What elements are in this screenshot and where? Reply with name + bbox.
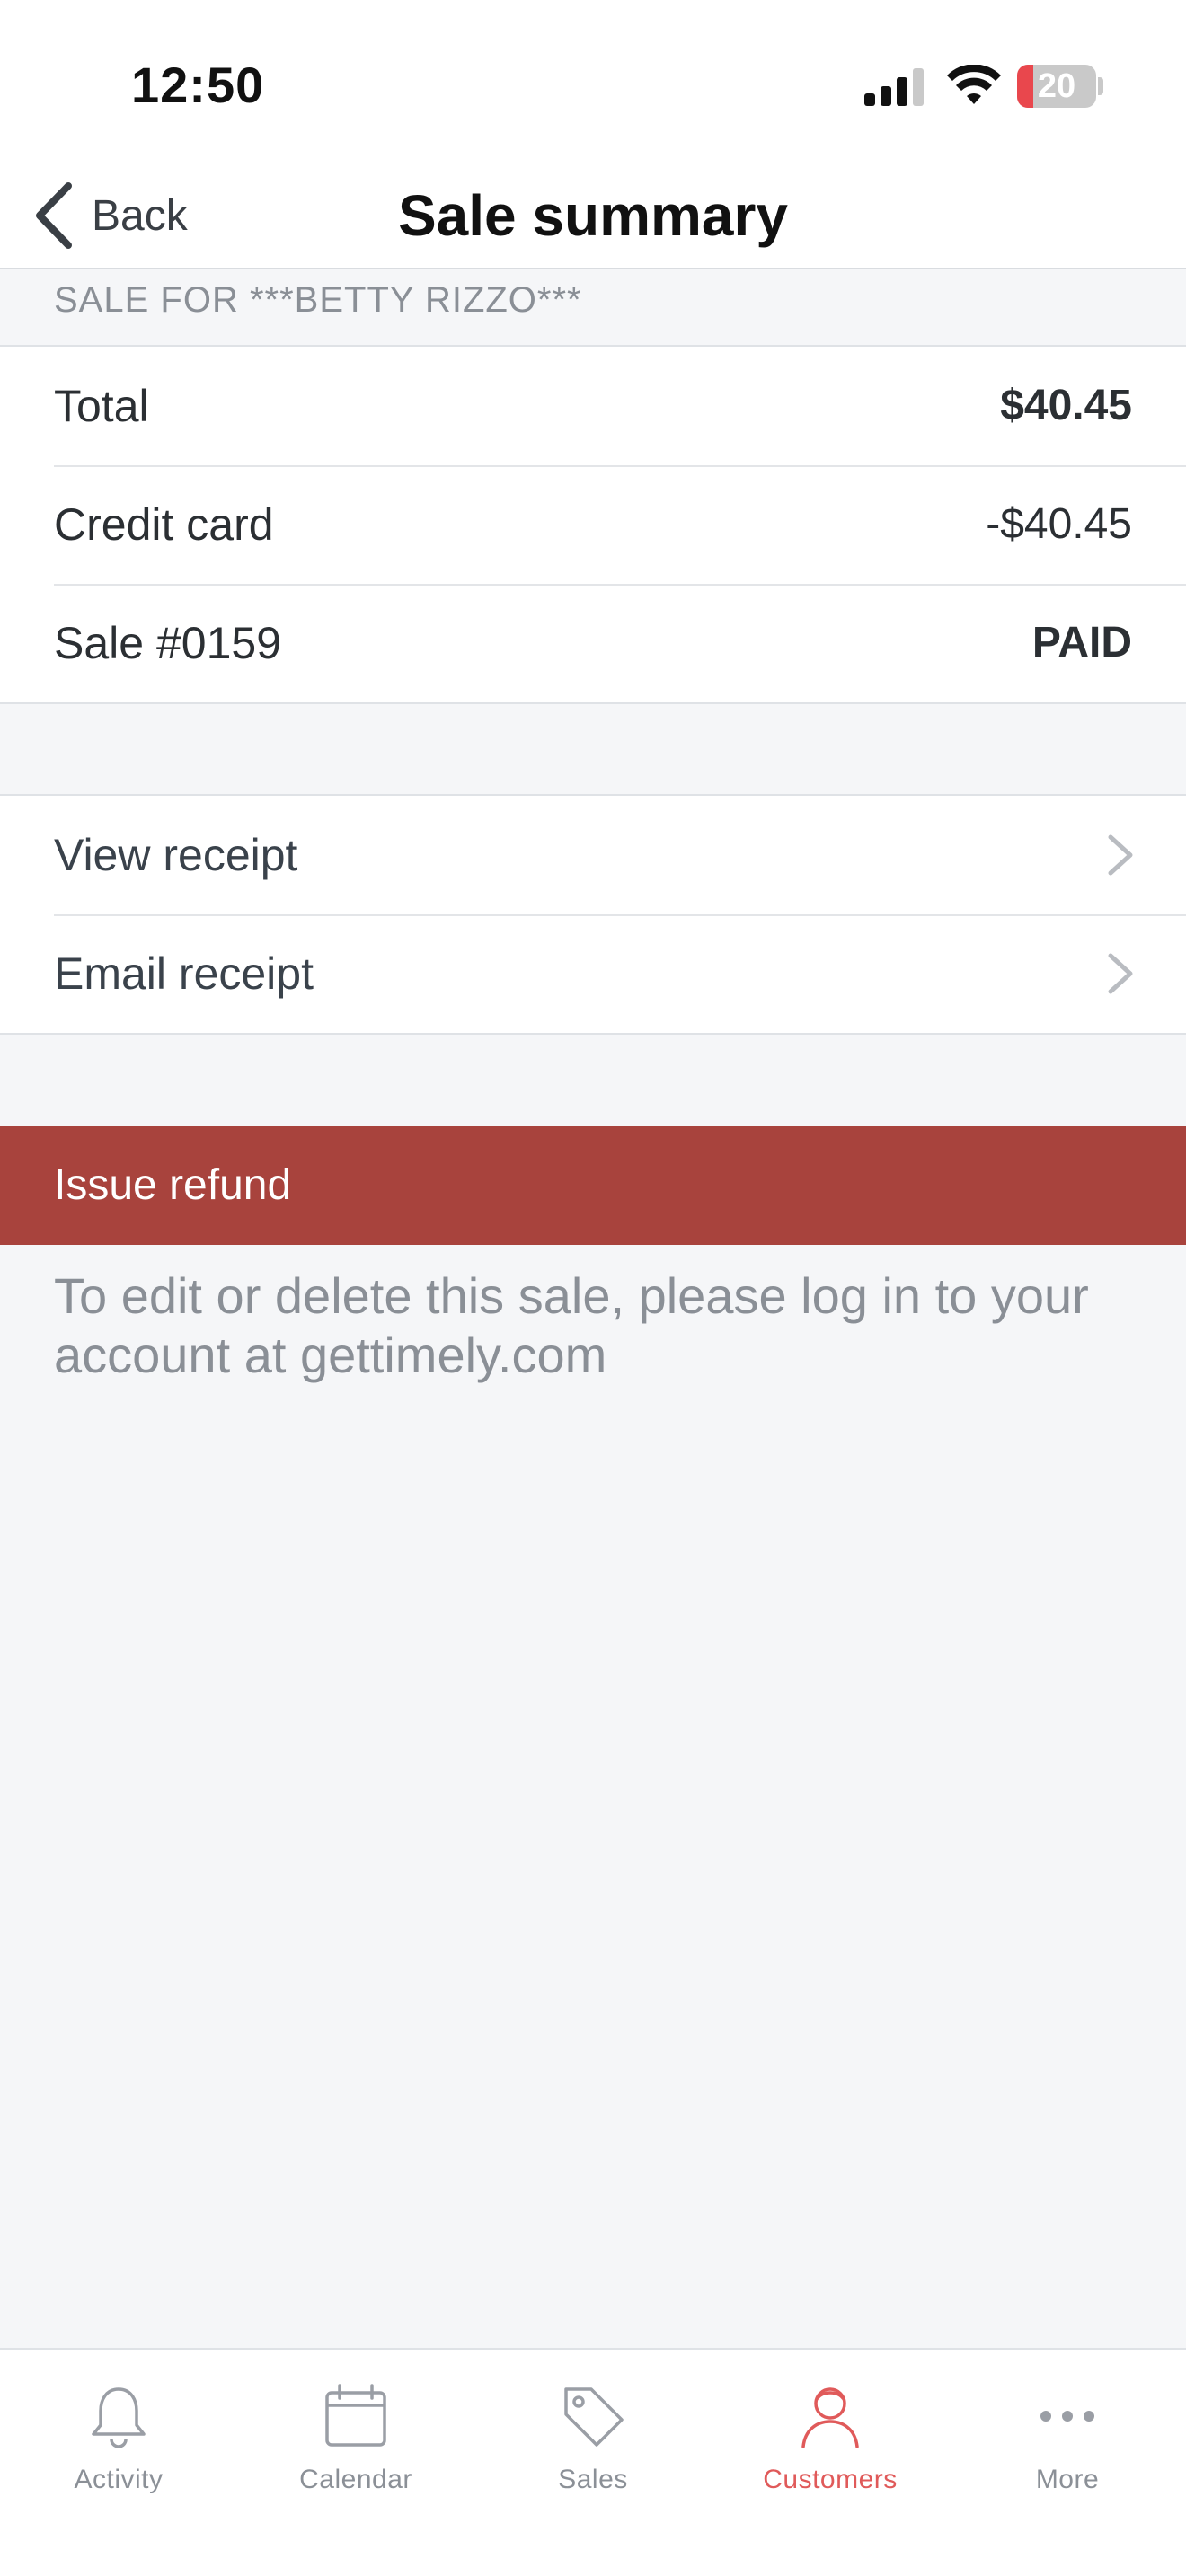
issue-refund-button[interactable]: Issue refund: [0, 1126, 1186, 1245]
cellular-signal-icon: [864, 68, 924, 106]
total-value: $40.45: [1000, 382, 1132, 429]
bell-icon: [92, 2387, 146, 2448]
back-button[interactable]: Back: [32, 171, 230, 260]
tab-more[interactable]: More: [949, 2368, 1186, 2494]
view-receipt-button[interactable]: View receipt: [0, 796, 1186, 914]
total-row: Total $40.45: [0, 347, 1186, 465]
tab-more-label: More: [1035, 2465, 1100, 2494]
tab-activity-label: Activity: [74, 2465, 164, 2494]
battery-icon: 20: [1017, 65, 1103, 108]
sale-status-row: Sale #0159 PAID: [0, 584, 1186, 702]
sale-summary-list: Total $40.45 Credit card -$40.45 Sale #0…: [0, 347, 1186, 704]
tab-sales-label: Sales: [558, 2465, 628, 2494]
chevron-right-icon: [1108, 953, 1133, 994]
wifi-icon: [947, 65, 1001, 104]
tab-customers-label: Customers: [763, 2465, 898, 2494]
tab-customers[interactable]: Customers: [712, 2368, 949, 2494]
payment-method-label: Credit card: [54, 499, 274, 550]
tab-calendar[interactable]: Calendar: [237, 2368, 474, 2494]
tab-bar: Activity Calendar Sales Customers More: [0, 2348, 1186, 2576]
battery-body: 20: [1017, 65, 1096, 108]
customer-icon: [801, 2387, 859, 2448]
sale-number-label: Sale #0159: [54, 618, 282, 668]
payment-amount: -$40.45: [986, 500, 1132, 548]
status-time: 12:50: [131, 57, 265, 113]
issue-refund-label: Issue refund: [54, 1161, 292, 1209]
view-receipt-label: View receipt: [54, 830, 298, 880]
total-label: Total: [54, 381, 149, 431]
calendar-icon: [325, 2384, 386, 2447]
tab-activity[interactable]: Activity: [0, 2368, 237, 2494]
tag-icon: [564, 2387, 624, 2447]
battery-level: 20: [1037, 67, 1076, 105]
battery-tip: [1098, 77, 1103, 95]
section-header: SALE FOR ***BETTY RIZZO***: [0, 271, 1186, 347]
chevron-right-icon: [1108, 834, 1133, 876]
edit-sale-note: To edit or delete this sale, please log …: [54, 1267, 1089, 1383]
status-bar: 12:50 20: [0, 0, 1186, 171]
receipt-actions-list: View receipt Email receipt: [0, 794, 1186, 1035]
tab-calendar-label: Calendar: [299, 2465, 412, 2494]
more-icon: [1040, 2411, 1094, 2422]
sale-summary-screen: 12:50 20 Sale summary Back SALE FOR ***B…: [0, 0, 1186, 2576]
chevron-left-icon: [36, 182, 72, 249]
back-label: Back: [92, 191, 188, 240]
email-receipt-label: Email receipt: [54, 948, 314, 999]
tab-sales[interactable]: Sales: [474, 2368, 712, 2494]
payment-row: Credit card -$40.45: [0, 465, 1186, 584]
sale-status-badge: PAID: [1031, 619, 1132, 666]
email-receipt-button[interactable]: Email receipt: [0, 914, 1186, 1033]
navigation-bar: Sale summary Back: [0, 171, 1186, 269]
sale-customer-heading: SALE FOR ***BETTY RIZZO***: [54, 280, 582, 320]
